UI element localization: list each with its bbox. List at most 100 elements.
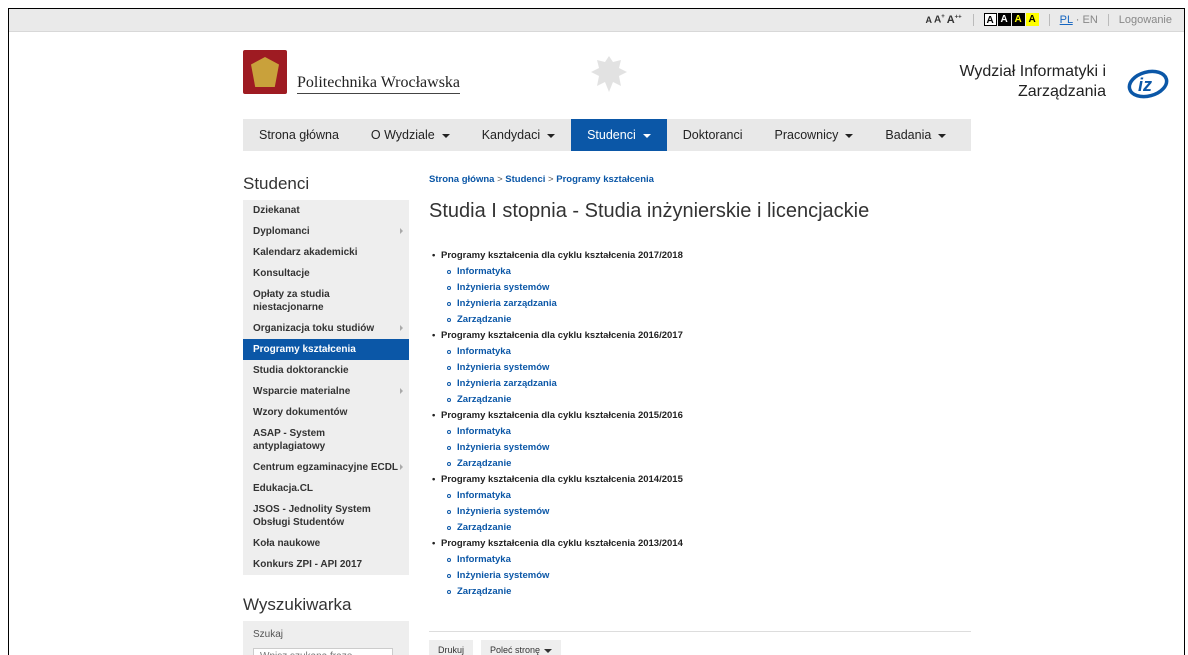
program-link[interactable]: Zarządzanie	[429, 520, 971, 536]
contrast-dark-button[interactable]: A	[997, 13, 1011, 26]
breadcrumb-link[interactable]: Strona główna	[429, 174, 494, 185]
chevron-down-icon	[544, 648, 553, 653]
sidebar-item-label: Konkurs ZPI - API 2017	[253, 559, 363, 570]
divider	[972, 13, 974, 26]
browser-frame: A A+ A++ A A A A PL · EN Logowanie Polit…	[8, 8, 1185, 655]
lang-en-link[interactable]: EN	[1083, 14, 1098, 26]
print-button[interactable]: Drukuj	[429, 640, 474, 655]
program-link[interactable]: Inżynieria systemów	[429, 568, 971, 584]
search-panel: Szukaj	[243, 621, 409, 655]
divider	[429, 631, 971, 632]
nav-item-label: O Wydziale	[370, 128, 435, 142]
nav-item[interactable]: Studenci	[571, 119, 667, 151]
sidebar-item[interactable]: Koła naukowe	[243, 533, 409, 554]
faculty-name-line2: Zarządzania	[1017, 83, 1106, 100]
sidebar-item[interactable]: Studia doktoranckie	[243, 360, 409, 381]
program-link[interactable]: Informatyka	[429, 344, 971, 360]
program-link[interactable]: Zarządzanie	[429, 392, 971, 408]
faculty-logo-icon[interactable]: iz	[1126, 68, 1170, 100]
divider	[1107, 13, 1109, 26]
cycle-heading: Programy kształcenia dla cyklu kształcen…	[429, 248, 971, 264]
nav-item-label: Kandydaci	[481, 128, 541, 142]
cycle-heading: Programy kształcenia dla cyklu kształcen…	[429, 408, 971, 424]
university-logo[interactable]: Politechnika Wrocławska	[243, 50, 461, 94]
nav-item-label: Pracownicy	[774, 128, 839, 142]
chevron-down-icon	[938, 133, 947, 138]
main-navigation: Strona główna O Wydziale Kandydaci Studenci…	[243, 119, 971, 151]
font-size-medium-button[interactable]: A+	[934, 14, 945, 25]
page-actions: Drukuj Poleć stronę	[429, 640, 562, 655]
program-link[interactable]: Informatyka	[429, 264, 971, 280]
program-link[interactable]: Inżynieria systemów	[429, 504, 971, 520]
program-link[interactable]: Inżynieria systemów	[429, 360, 971, 376]
sidebar-item[interactable]: Konkurs ZPI - API 2017	[243, 554, 409, 575]
chevron-down-icon	[547, 133, 556, 138]
faculty-name[interactable]: Wydział Informatyki i Zarządzania	[959, 62, 1106, 102]
program-link[interactable]: Inżynieria zarządzania	[429, 296, 971, 312]
nav-item-label: Studenci	[587, 128, 636, 142]
breadcrumb: Strona główna > Studenci > Programy kszt…	[429, 174, 971, 185]
recommend-page-button[interactable]: Poleć stronę	[481, 640, 562, 655]
program-link[interactable]: Informatyka	[429, 424, 971, 440]
login-link[interactable]: Logowanie	[1119, 14, 1172, 26]
program-link[interactable]: Inżynieria systemów	[429, 440, 971, 456]
sidebar-item-label: Dyplomanci	[253, 226, 310, 237]
contrast-black-yellow-button[interactable]: A	[1025, 13, 1039, 26]
lang-pl-link[interactable]: PL	[1060, 14, 1073, 26]
page-title: Studia I stopnia - Studia inżynierskie i…	[429, 200, 870, 222]
sidebar-item-label: Kalendarz akademicki	[253, 247, 358, 258]
font-size-large-button[interactable]: A++	[947, 14, 962, 26]
search-label: Szukaj	[253, 629, 284, 640]
contrast-yellow-black-button[interactable]: A	[1011, 13, 1025, 26]
cycle-heading: Programy kształcenia dla cyklu kształcen…	[429, 472, 971, 488]
sidebar: Studenci Dziekanat Dyplomanci Kalendarz ak…	[243, 174, 409, 655]
program-link[interactable]: Zarządzanie	[429, 584, 971, 600]
nav-item[interactable]: O Wydziale	[355, 119, 466, 151]
nav-item[interactable]: Doktoranci	[667, 119, 759, 151]
nav-item[interactable]: Badania	[869, 119, 962, 151]
sidebar-item[interactable]: Wzory dokumentów	[243, 402, 409, 423]
chevron-down-icon	[642, 133, 651, 138]
faculty-name-line1: Wydział Informatyki i	[959, 63, 1106, 80]
nav-item[interactable]: Kandydaci	[466, 119, 571, 151]
sidebar-item[interactable]: Opłaty za studia niestacjonarne	[243, 284, 409, 318]
contrast-switcher: A A A A	[983, 13, 1039, 26]
chevron-right-icon	[400, 325, 403, 331]
sidebar-item[interactable]: ASAP - System antyplagiatowy	[243, 423, 409, 457]
sidebar-item[interactable]: JSOS - Jednolity System Obsługi Studentó…	[243, 499, 409, 533]
program-link[interactable]: Inżynieria zarządzania	[429, 376, 971, 392]
breadcrumb-link[interactable]: Programy kształcenia	[556, 174, 654, 185]
breadcrumb-link[interactable]: Studenci	[505, 174, 545, 185]
sidebar-item[interactable]: Dyplomanci	[243, 221, 409, 242]
sidebar-item[interactable]: Konsultacje	[243, 263, 409, 284]
sidebar-item[interactable]: Programy kształcenia	[243, 339, 409, 360]
breadcrumb-separator: >	[545, 174, 557, 185]
sidebar-item-label: ASAP - System antyplagiatowy	[253, 428, 326, 452]
svg-text:iz: iz	[1138, 75, 1152, 95]
program-list: Programy kształcenia dla cyklu kształcen…	[429, 248, 971, 600]
program-link[interactable]: Zarządzanie	[429, 456, 971, 472]
sidebar-item[interactable]: Wsparcie materialne	[243, 381, 409, 402]
program-link[interactable]: Informatyka	[429, 488, 971, 504]
program-link[interactable]: Inżynieria systemów	[429, 280, 971, 296]
cycle-heading: Programy kształcenia dla cyklu kształcen…	[429, 328, 971, 344]
font-size-small-button[interactable]: A	[925, 15, 932, 25]
search-title: Wyszukiwarka	[243, 595, 352, 614]
sidebar-item[interactable]: Dziekanat	[243, 200, 409, 221]
sidebar-title: Studenci	[243, 174, 310, 193]
sidebar-item-label: Programy kształcenia	[253, 344, 356, 355]
nav-item[interactable]: Strona główna	[243, 119, 355, 151]
sidebar-item[interactable]: Kalendarz akademicki	[243, 242, 409, 263]
sidebar-item-label: Dziekanat	[253, 205, 300, 216]
sidebar-item[interactable]: Organizacja toku studiów	[243, 318, 409, 339]
sidebar-item-label: Edukacja.CL	[253, 483, 314, 494]
nav-item[interactable]: Pracownicy	[759, 119, 870, 151]
sidebar-item[interactable]: Edukacja.CL	[243, 478, 409, 499]
nav-item-label: Strona główna	[259, 128, 339, 142]
search-input[interactable]	[253, 647, 393, 655]
program-link[interactable]: Informatyka	[429, 552, 971, 568]
contrast-default-button[interactable]: A	[983, 13, 997, 26]
sidebar-item[interactable]: Centrum egzaminacyjne ECDL	[243, 457, 409, 478]
chevron-down-icon	[845, 133, 854, 138]
program-link[interactable]: Zarządzanie	[429, 312, 971, 328]
